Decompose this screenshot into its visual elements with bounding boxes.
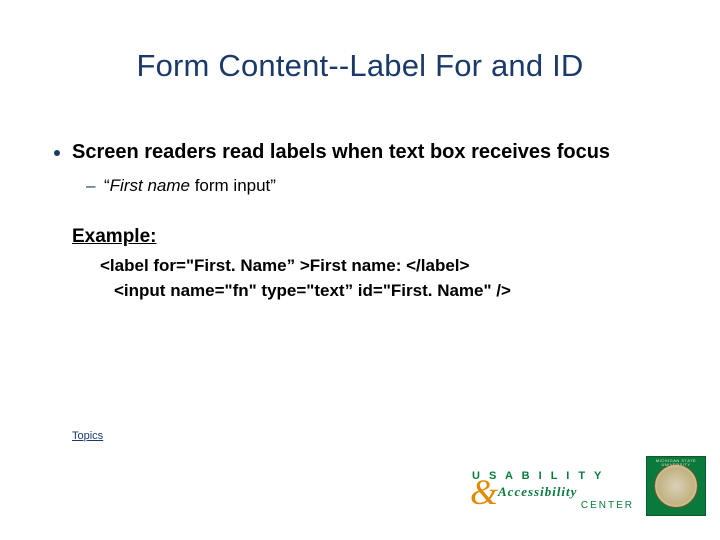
footer-logos: U S A B I L I T Y & Accessibility CENTER… [470,456,706,516]
msu-bottom: UNIVERSITY [661,462,690,467]
code-block: <label for="First. Name” >First name: </… [100,254,672,303]
msu-logo-text: MICHIGAN STATE UNIVERSITY [647,459,705,468]
sub1-italic: First name [110,176,190,195]
code-line-2: <input name="fn" type="text” id="First. … [114,279,672,304]
bullet-list: Screen readers read labels when text box… [48,140,672,198]
ampersand-icon: & [470,474,498,510]
sub-bullet-list: “First name form input” [72,175,672,198]
sub-bullet-1: “First name form input” [104,175,672,198]
slide-title: Form Content--Label For and ID [0,48,720,84]
topics-link[interactable]: Topics [72,430,103,442]
slide: Form Content--Label For and ID Screen re… [0,0,720,540]
logo-center-text: CENTER [581,500,634,511]
logo-accessibility-text: Accessibility [498,484,577,500]
bullet-text-1: Screen readers read labels when text box… [72,141,610,163]
msu-logo: MICHIGAN STATE UNIVERSITY [646,456,706,516]
slide-body: Screen readers read labels when text box… [48,140,672,303]
seal-icon [654,464,698,508]
bullet-item-1: Screen readers read labels when text box… [72,140,672,198]
usability-accessibility-center-logo: U S A B I L I T Y & Accessibility CENTER [470,468,638,516]
example-heading: Example: [72,226,672,248]
code-line-1: <label for="First. Name” >First name: </… [100,254,672,279]
example-block: Example: <label for="First. Name” >First… [72,226,672,303]
sub1-rest: form input” [190,176,276,195]
